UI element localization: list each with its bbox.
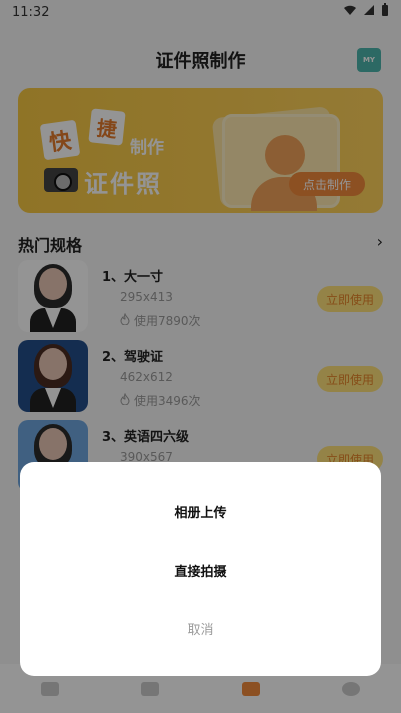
app-root: 11:32 证件照制作 MY 快 捷 制作 证件照 点击制作 热门规格 › 1、… <box>0 0 401 713</box>
album-upload-button[interactable]: 相册上传 <box>20 502 381 521</box>
take-photo-button[interactable]: 直接拍摄 <box>20 561 381 580</box>
upload-options-modal: 相册上传 直接拍摄 取消 <box>20 462 381 676</box>
cancel-button[interactable]: 取消 <box>20 619 381 638</box>
